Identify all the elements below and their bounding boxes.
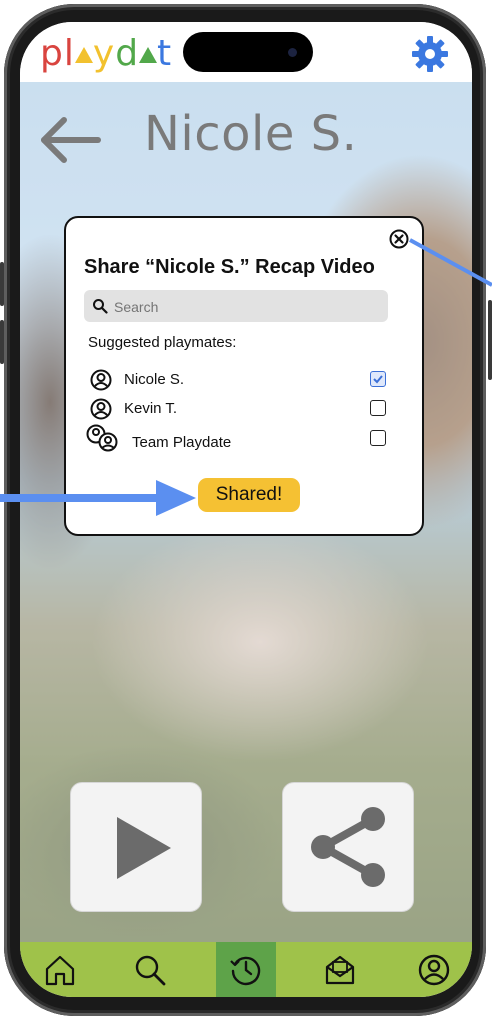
search-icon [135,955,166,986]
playmate-name: Team Playdate [132,434,232,451]
power-button [488,300,492,380]
search-field[interactable] [84,290,388,322]
check-icon [373,375,383,384]
gear-icon[interactable] [410,34,450,74]
arrow-left-icon[interactable] [38,115,104,165]
logo-letter: t [157,33,173,74]
playdate-logo[interactable]: pl yd t [40,32,172,76]
volume-button [0,262,4,306]
playmate-name: Nicole S. [124,371,185,388]
logo-letter: d [115,33,140,74]
search-icon [93,299,108,314]
person-icon [90,398,112,420]
close-circle-icon[interactable] [388,228,410,250]
nav-messages[interactable] [310,942,370,997]
home-icon [45,955,75,986]
phone-screen: pl yd t Nicole S. Share “Nicole S.” Reca… [20,22,472,997]
nav-history[interactable] [216,942,276,997]
group-icon [86,424,118,452]
playmate-name: Kevin T. [124,400,178,417]
logo-letter: y [92,33,116,74]
share-button[interactable] [282,782,414,912]
bottom-nav [20,942,472,997]
profile-icon [418,954,450,986]
nav-search[interactable] [120,942,180,997]
volume-button [0,320,4,364]
logo-letter: l [63,33,75,74]
logo-letter: p [40,33,64,74]
play-icon [117,817,171,879]
shared-status-button[interactable]: Shared! [198,478,300,512]
checkbox-checked[interactable] [370,371,386,387]
nav-profile[interactable] [404,942,464,997]
nav-home[interactable] [30,942,90,997]
checkbox[interactable] [370,400,386,416]
modal-title: Share “Nicole S.” Recap Video [84,256,375,278]
playmate-row[interactable]: Nicole S. [90,367,390,393]
history-icon [230,956,261,986]
logo-triangle [139,47,158,63]
play-button[interactable] [70,782,202,912]
person-icon [90,369,112,391]
suggested-label: Suggested playmates: [88,334,237,351]
front-camera [288,48,297,57]
mail-icon [325,955,355,985]
playmate-row[interactable]: Kevin T. [90,396,390,422]
logo-triangle [74,47,93,63]
share-icon [311,807,385,887]
search-input[interactable] [112,294,376,320]
page-title: Nicole S. [144,106,358,162]
checkbox[interactable] [370,430,386,446]
playmate-row[interactable]: Team Playdate [86,424,390,452]
